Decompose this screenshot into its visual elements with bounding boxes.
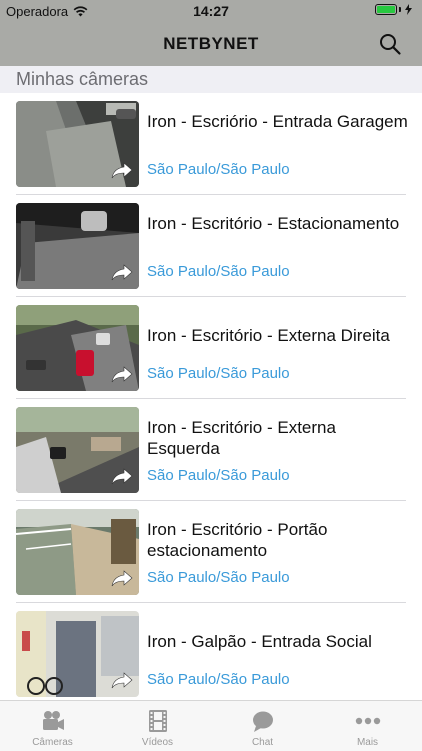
camera-row[interactable]: Iron - Escritório - Portão estacionament… — [0, 501, 422, 603]
tab-label: Vídeos — [141, 737, 174, 748]
camera-thumbnail[interactable] — [16, 611, 139, 697]
camera-name: Iron - Escritório - Estacionamento — [147, 214, 400, 233]
charging-bolt-icon — [405, 4, 412, 15]
camera-thumbnail[interactable] — [16, 101, 139, 187]
tab-label: Chat — [251, 737, 274, 748]
camera-name: Iron - Galpão - Entrada Social — [147, 632, 372, 651]
camera-thumbnail[interactable] — [16, 203, 139, 289]
camera-name: Iron - Escriório - Entrada Garagem — [147, 112, 408, 131]
section-header: Minhas câmeras — [0, 66, 422, 93]
camera-location: São Paulo/São Paulo — [147, 263, 290, 280]
video-camera-icon — [43, 711, 64, 730]
chat-bubble-icon — [253, 711, 273, 732]
tab-chat[interactable]: Chat — [210, 701, 315, 751]
camera-thumbnail[interactable] — [16, 509, 139, 595]
camera-location: São Paulo/São Paulo — [147, 671, 290, 688]
share-arrow-icon[interactable] — [111, 467, 133, 485]
share-arrow-icon[interactable] — [111, 161, 133, 179]
app-title: NETBYNET — [163, 34, 259, 53]
camera-location: São Paulo/São Paulo — [147, 365, 290, 382]
camera-thumbnail[interactable] — [16, 305, 139, 391]
camera-thumbnail[interactable] — [16, 407, 139, 493]
status-bar: Operadora 14:27 — [0, 0, 422, 22]
camera-location: São Paulo/São Paulo — [147, 467, 290, 484]
more-dots-icon — [355, 717, 381, 725]
search-icon[interactable] — [378, 32, 402, 56]
tab-videos[interactable]: Vídeos — [105, 701, 210, 751]
tab-more[interactable]: Mais — [315, 701, 420, 751]
tab-cameras[interactable]: Câmeras — [0, 701, 105, 751]
film-icon — [149, 710, 167, 732]
camera-row[interactable]: Iron - Galpão - Entrada Social São Paulo… — [0, 603, 422, 705]
share-arrow-icon[interactable] — [111, 569, 133, 587]
status-time: 14:27 — [193, 3, 229, 19]
camera-name: Iron - Escritório - Portão estacionament… — [147, 520, 328, 560]
section-title: Minhas câmeras — [16, 69, 149, 89]
navigation-bar: NETBYNET — [0, 22, 422, 66]
camera-row[interactable]: Iron - Escritório - Estacionamento São P… — [0, 195, 422, 297]
camera-location: São Paulo/São Paulo — [147, 569, 290, 586]
camera-name: Iron - Escritório - Externa Direita — [147, 326, 390, 345]
camera-location: São Paulo/São Paulo — [147, 161, 290, 178]
camera-row[interactable]: Iron - Escritório - Externa Esquerda São… — [0, 399, 422, 501]
battery-icon — [375, 4, 412, 15]
tab-bar: Câmeras Vídeos Chat Mais — [0, 700, 422, 751]
camera-row[interactable]: Iron - Escritório - Externa Direita São … — [0, 297, 422, 399]
share-arrow-icon[interactable] — [111, 263, 133, 281]
share-arrow-icon[interactable] — [111, 671, 133, 689]
camera-row[interactable]: Iron - Escriório - Entrada Garagem São P… — [0, 93, 422, 195]
camera-name: Iron - Escritório - Externa Esquerda — [147, 418, 336, 458]
tab-label: Mais — [356, 737, 379, 748]
camera-list: Iron - Escriório - Entrada Garagem São P… — [0, 93, 422, 705]
tab-label: Câmeras — [32, 737, 73, 748]
share-arrow-icon[interactable] — [111, 365, 133, 383]
